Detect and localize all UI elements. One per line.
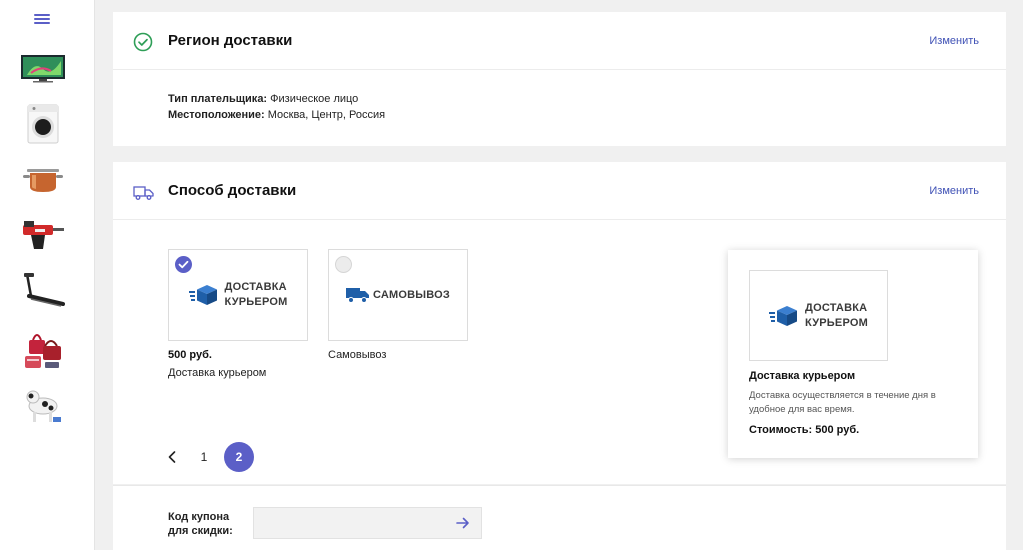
chevron-left-icon[interactable]: [168, 442, 184, 472]
courier-box-icon: [769, 305, 798, 326]
coupon-label: Код купона для скидки:: [168, 510, 248, 538]
coupon-label-line1: Код купона: [168, 511, 230, 523]
treadmill-thumbnail[interactable]: [20, 270, 66, 310]
delivery-detail-panel: ДОСТАВКА КУРЬЕРОМ Доставка курьером Дост…: [728, 250, 978, 458]
washing-machine-thumbnail[interactable]: [20, 104, 66, 144]
handbags-thumbnail[interactable]: [20, 325, 66, 371]
delivery-option-courier[interactable]: ДОСТАВКА КУРЬЕРОМ: [168, 249, 308, 341]
region-card-header: Регион доставки Изменить: [113, 12, 1006, 70]
checkout-main: Регион доставки Изменить Тип плательщика…: [96, 0, 1023, 550]
drill-thumbnail[interactable]: [20, 215, 66, 255]
location-label: Местоположение:: [168, 109, 265, 121]
detail-name: Доставка курьером: [749, 370, 856, 382]
courier-logo-line2: КУРЬЕРОМ: [224, 296, 288, 308]
pickup-logo-text: САМОВЫВОЗ: [373, 288, 450, 301]
detail-cost: Стоимость: 500 руб.: [749, 424, 860, 436]
tv-thumbnail[interactable]: [20, 49, 66, 89]
hamburger-icon[interactable]: [34, 14, 50, 28]
sidebar: [0, 0, 95, 550]
delivery-option-pickup[interactable]: САМОВЫВОЗ: [328, 249, 468, 341]
delivery-title: Способ доставки: [168, 182, 297, 199]
pickup-name: Самовывоз: [328, 349, 387, 361]
coupon-section: Код купона для скидки:: [113, 485, 1006, 550]
selected-check-icon: [175, 256, 192, 273]
courier-name: Доставка курьером: [168, 367, 267, 379]
region-title: Регион доставки: [168, 32, 293, 49]
detail-logo-line1: ДОСТАВКА: [805, 301, 868, 314]
courier-box-icon: [188, 285, 217, 305]
payer-type-value: Физическое лицо: [270, 93, 359, 105]
pickup-truck-icon: [346, 288, 370, 303]
detail-courier-logo: ДОСТАВКА КУРЬЕРОМ: [749, 270, 888, 361]
delivery-pagination: 1 2: [168, 442, 254, 472]
arrow-right-icon[interactable]: [454, 514, 472, 532]
page-2-button[interactable]: 2: [224, 442, 254, 472]
payer-type: Тип плательщика: Физическое лицо: [168, 93, 358, 105]
payer-type-label: Тип плательщика:: [168, 93, 268, 105]
delivery-change-link[interactable]: Изменить: [929, 185, 979, 197]
courier-logo-line1: ДОСТАВКА: [224, 281, 287, 293]
region-card: Регион доставки Изменить Тип плательщика…: [113, 12, 1006, 146]
region-change-link[interactable]: Изменить: [929, 35, 979, 47]
dog-thumbnail[interactable]: [20, 384, 66, 424]
courier-price: 500 руб.: [168, 349, 212, 361]
page-1-button[interactable]: 1: [190, 443, 218, 471]
unselected-radio-icon: [335, 256, 352, 273]
check-circle-icon: [133, 32, 153, 52]
saucepan-thumbnail[interactable]: [20, 160, 66, 200]
truck-icon: [133, 186, 154, 200]
detail-logo-line2: КУРЬЕРОМ: [805, 316, 868, 329]
coupon-label-line2: для скидки:: [168, 525, 233, 537]
location: Местоположение: Москва, Центр, Россия: [168, 109, 385, 121]
coupon-input[interactable]: [253, 507, 482, 539]
location-value: Москва, Центр, Россия: [267, 109, 386, 121]
detail-description: Доставка осуществляется в течение дня в …: [749, 390, 936, 415]
delivery-card-header: Способ доставки Изменить: [113, 162, 1006, 220]
